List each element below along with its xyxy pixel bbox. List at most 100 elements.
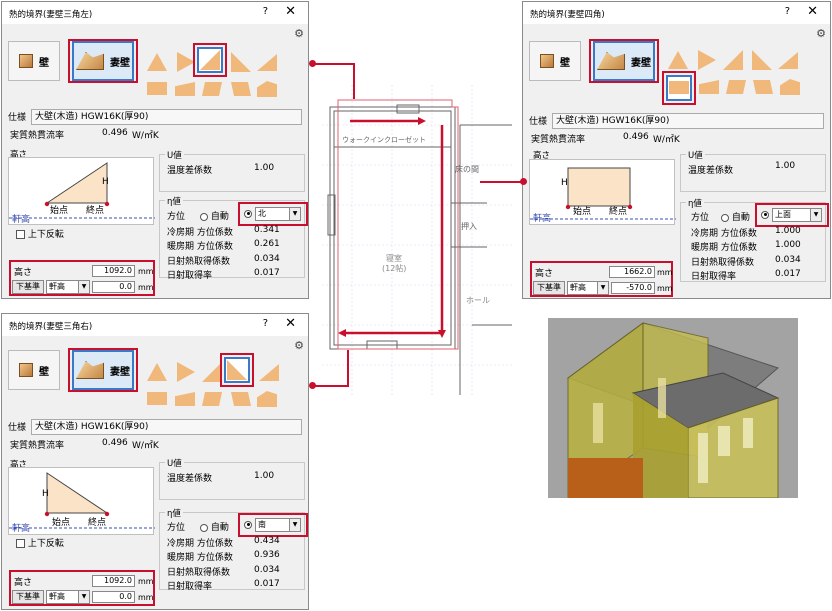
- cool-value: 1.000: [775, 226, 801, 236]
- auto-radio[interactable]: [200, 212, 208, 221]
- u-group-label: U値: [686, 149, 705, 161]
- floor-plan[interactable]: ウォークインクローゼット 床の間 押入 寝室 (12帖) ホール: [322, 85, 512, 395]
- gear-icon[interactable]: ⚙: [294, 339, 304, 352]
- wall-tab-button[interactable]: 壁: [8, 41, 60, 81]
- help-button[interactable]: ?: [263, 318, 268, 329]
- base-button[interactable]: 下基準: [533, 281, 565, 295]
- heat-unit: W/㎡K: [653, 135, 680, 145]
- u-group-label: U値: [165, 457, 184, 469]
- shape-slope-icon[interactable]: [778, 52, 798, 69]
- base-select[interactable]: 軒高 ▼: [46, 590, 90, 604]
- close-button[interactable]: ✕: [285, 316, 296, 331]
- shape-triangle-left-icon[interactable]: [202, 362, 222, 382]
- triangle-diagram: [9, 162, 155, 219]
- flip-label: 上下反転: [27, 539, 64, 549]
- heat-label: 実質熱貫流率: [10, 131, 65, 141]
- flip-checkbox[interactable]: [16, 539, 25, 548]
- shape-triangle-icon[interactable]: [668, 51, 688, 69]
- height-input[interactable]: 1662.0: [609, 266, 655, 278]
- dir-label: 方位: [167, 212, 186, 222]
- shape-slope-icon[interactable]: [257, 54, 277, 71]
- connector-line: [313, 63, 355, 65]
- gable-tab-highlight: [589, 39, 659, 83]
- shape-triangle-right2-icon[interactable]: [752, 50, 772, 70]
- help-button[interactable]: ?: [263, 6, 268, 17]
- flip-checkbox[interactable]: [16, 230, 25, 239]
- diagram-h-label: H: [42, 489, 49, 499]
- solar-gain-label: 日射熱取得係数: [691, 258, 755, 268]
- shape-trapezoid-icon[interactable]: [202, 82, 222, 96]
- height-label: 高さ: [14, 268, 33, 278]
- spec-label: 仕様: [8, 423, 27, 433]
- shape-trapezoid2-icon[interactable]: [753, 80, 773, 94]
- spec-button[interactable]: 大壁(木造) HGW16K(厚90): [31, 108, 302, 125]
- help-button[interactable]: ?: [785, 6, 790, 17]
- shape-rect-icon[interactable]: [147, 392, 167, 405]
- offset-input[interactable]: 0.0: [92, 281, 135, 293]
- base-button[interactable]: 下基準: [12, 280, 44, 294]
- spec-button[interactable]: 大壁(木造) HGW16K(厚90): [31, 418, 302, 435]
- height-input[interactable]: 1092.0: [92, 265, 135, 277]
- shape-slope-icon[interactable]: [259, 364, 279, 381]
- auto-radio[interactable]: [200, 523, 208, 532]
- floor-plan-drawing: [322, 85, 512, 395]
- dialog-title: 熱的境界(妻壁三角右): [9, 322, 93, 332]
- base-button[interactable]: 下基準: [12, 590, 44, 604]
- auto-label: 自動: [731, 213, 750, 223]
- heat-period-value: 1.000: [775, 240, 801, 250]
- wall-tab-button[interactable]: 壁: [529, 41, 581, 81]
- shape-trapezoid2-icon[interactable]: [231, 82, 251, 96]
- title-bar: 熱的境界(妻壁三角右) ? ✕: [2, 314, 308, 336]
- auto-radio-row[interactable]: 自動: [200, 520, 229, 533]
- diagram-h-label: H: [102, 177, 109, 187]
- offset-input[interactable]: -570.0: [611, 282, 655, 294]
- close-button[interactable]: ✕: [285, 4, 296, 19]
- shape-trapezoid-icon[interactable]: [202, 392, 222, 406]
- solar-gain-value: 0.034: [775, 255, 801, 265]
- shape-triangle-right-icon[interactable]: [698, 50, 716, 70]
- wall-tab-button[interactable]: 壁: [8, 350, 60, 390]
- auto-radio-row[interactable]: 自動: [721, 210, 750, 223]
- shape-trapezoid-icon[interactable]: [726, 80, 746, 94]
- height-input[interactable]: 1092.0: [92, 575, 135, 587]
- spec-row: 仕様 大壁(木造) HGW16K(厚90): [8, 108, 302, 125]
- triangle-diagram: [9, 472, 155, 529]
- shape-triangle-right-icon[interactable]: [177, 362, 195, 382]
- eaves-label: 軒高: [12, 524, 31, 534]
- height-unit: mm: [138, 267, 154, 276]
- shape-triangle-right-icon[interactable]: [177, 52, 195, 72]
- shape-pentagon-icon[interactable]: [257, 391, 277, 407]
- 3d-view[interactable]: [548, 318, 798, 498]
- gear-icon[interactable]: ⚙: [294, 27, 304, 40]
- height-unit: mm: [138, 577, 154, 586]
- spec-button[interactable]: 大壁(木造) HGW16K(厚90): [552, 112, 824, 129]
- base-select[interactable]: 軒高 ▼: [567, 281, 609, 295]
- shape-triangle-icon[interactable]: [147, 53, 167, 71]
- base-select-value: 軒高: [49, 282, 65, 291]
- shape-parallelogram-icon[interactable]: [175, 82, 195, 96]
- close-button[interactable]: ✕: [807, 4, 818, 19]
- shape-triangle-right2-icon[interactable]: [231, 52, 251, 72]
- eta-group-label: η値: [686, 197, 704, 209]
- shape-highlight: [662, 71, 696, 105]
- shape-highlight: [193, 43, 227, 77]
- gear-icon[interactable]: ⚙: [816, 27, 826, 40]
- shape-parallelogram-icon[interactable]: [699, 80, 719, 94]
- shape-parallelogram-icon[interactable]: [175, 392, 195, 406]
- shape-pentagon-icon[interactable]: [257, 81, 277, 97]
- shape-pentagon-icon[interactable]: [780, 79, 800, 95]
- shape-rect-icon[interactable]: [147, 82, 167, 95]
- shape-triangle-left-icon[interactable]: [723, 50, 743, 70]
- auto-radio[interactable]: [721, 213, 729, 222]
- offset-input[interactable]: 0.0: [92, 591, 135, 603]
- flip-checkbox-row[interactable]: 上下反転: [16, 536, 64, 549]
- shape-trapezoid2-icon[interactable]: [231, 392, 251, 406]
- chevron-down-icon: ▼: [597, 282, 608, 294]
- auto-radio-row[interactable]: 自動: [200, 209, 229, 222]
- shape-triangle-icon[interactable]: [147, 363, 167, 381]
- spec-label: 仕様: [529, 117, 548, 127]
- direction-highlight: [238, 202, 308, 226]
- base-select-value: 軒高: [49, 592, 65, 601]
- base-select[interactable]: 軒高 ▼: [46, 280, 90, 294]
- flip-checkbox-row[interactable]: 上下反転: [16, 227, 64, 240]
